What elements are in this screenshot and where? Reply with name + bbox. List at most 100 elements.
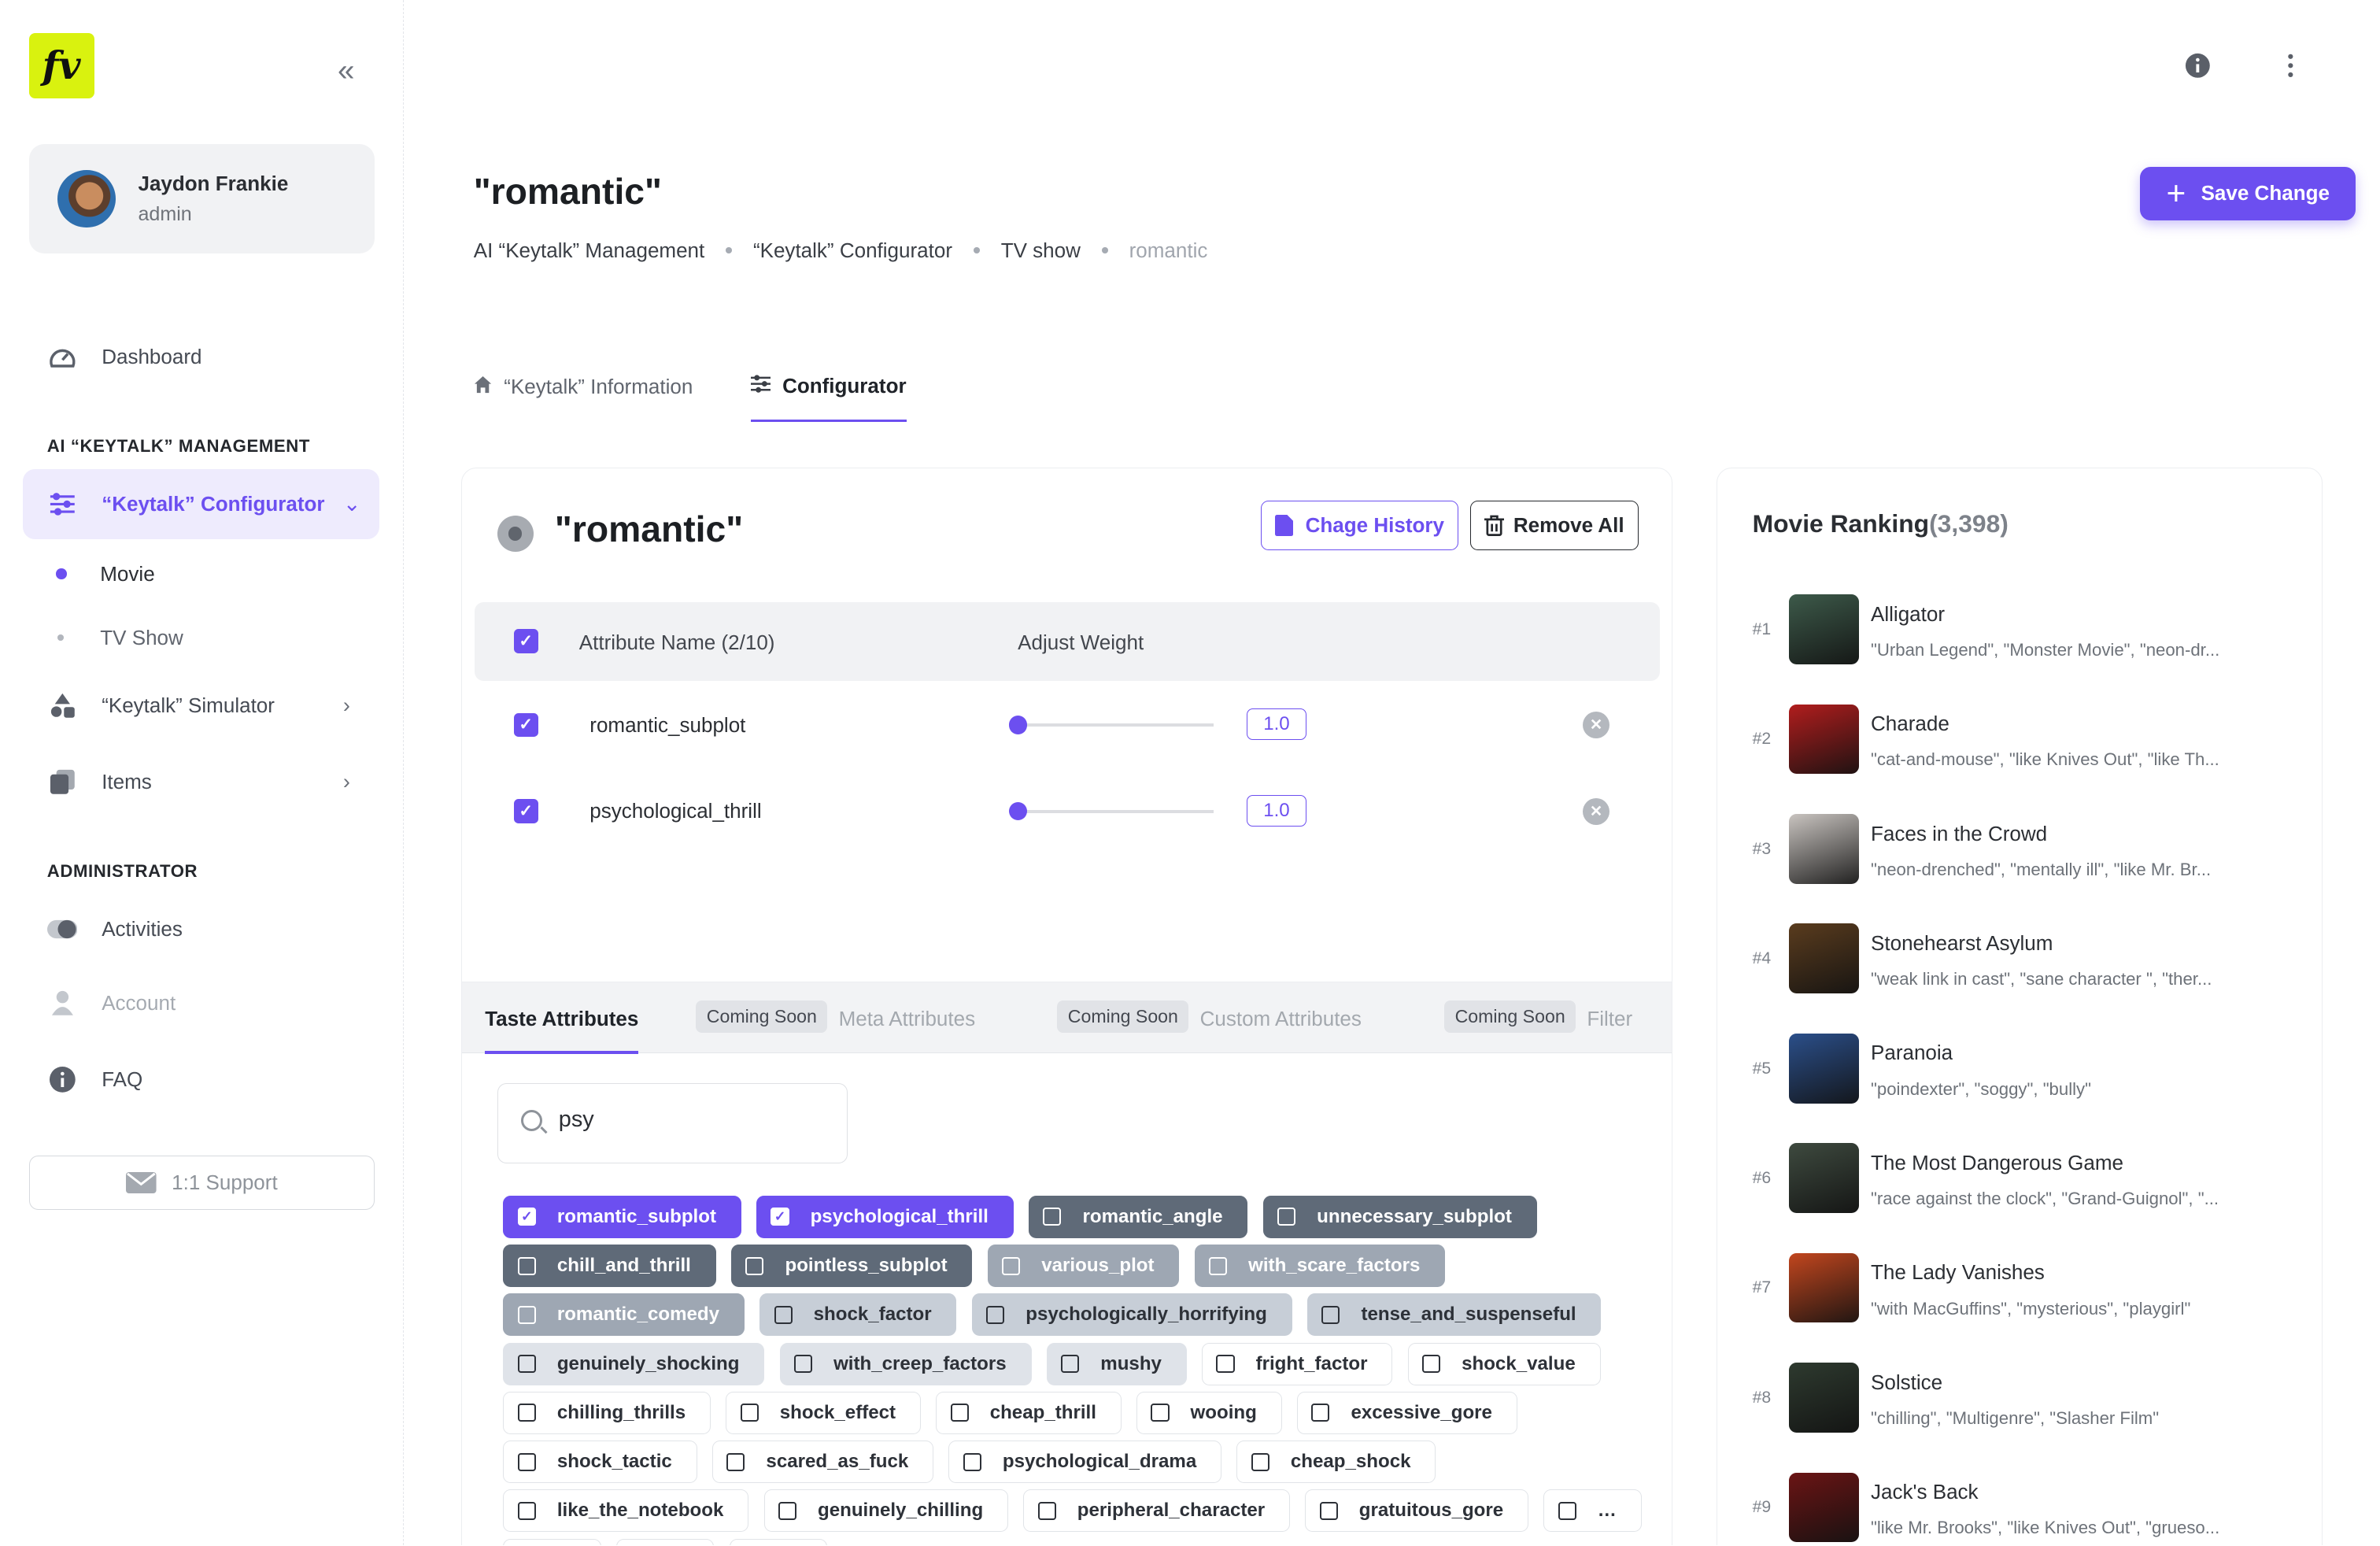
info-icon[interactable] [2184,52,2212,87]
weight-slider[interactable] [1008,716,1214,734]
chip-checkbox[interactable] [1311,1404,1330,1422]
tab-taste-attributes[interactable]: Taste Attributes [485,1007,639,1054]
ranking-item[interactable]: #1 Alligator "Urban Legend", "Monster Movi… [1717,594,2322,670]
chip-checkbox[interactable] [1321,1305,1340,1324]
attribute-chip[interactable]: genuinely_chilling [763,1489,1009,1533]
weight-input[interactable]: 1.0 [1247,794,1306,827]
search-input[interactable] [558,1107,832,1133]
attribute-chip[interactable]: wooing [1136,1391,1282,1434]
attribute-chip[interactable]: shock_value [1407,1342,1601,1385]
chip-checkbox[interactable] [1037,1501,1056,1521]
sidebar-item-configurator[interactable]: “Keytalk” Configurator [46,487,325,520]
attribute-chip[interactable]: psychological_drama [948,1441,1222,1484]
attribute-chip[interactable]: peripheral_character [1023,1489,1291,1533]
attribute-chip[interactable]: genuinely_shocking [503,1342,765,1385]
attribute-chip[interactable]: … [616,1538,715,1546]
attribute-chip[interactable]: with_creep_factors [779,1342,1032,1385]
attribute-chip[interactable]: cheap_shock [1236,1441,1436,1484]
row-checkbox[interactable]: ✓ [513,799,538,824]
tab-custom-attributes[interactable]: Custom Attributes [1200,1007,1362,1031]
attribute-chip[interactable]: shock_effect [726,1391,921,1434]
attribute-chip[interactable]: psychologically_horrifying [971,1293,1292,1337]
tab-meta-attributes[interactable]: Meta Attributes [839,1007,976,1031]
sidebar-subitem-tvshow[interactable]: TV Show [56,626,183,650]
slider-handle[interactable] [1008,716,1027,734]
remove-row-icon[interactable]: ✕ [1582,711,1610,739]
chip-checkbox[interactable] [517,1501,536,1521]
ranking-item[interactable]: #4 Stonehearst Asylum "weak link in cast",… [1717,923,2322,999]
ranking-item[interactable]: #7 The Lady Vanishes "with MacGuffins", "m… [1717,1252,2322,1329]
user-card[interactable]: Jaydon Frankie admin [28,144,375,254]
chip-checkbox[interactable] [1251,1452,1269,1471]
app-logo[interactable]: fv [28,33,94,99]
chip-checkbox[interactable]: ✓ [771,1208,789,1226]
chip-checkbox[interactable] [517,1404,536,1422]
chip-checkbox[interactable] [1208,1256,1228,1275]
chip-checkbox[interactable] [950,1404,969,1422]
attribute-chip[interactable]: gratuitous_gore [1305,1489,1529,1533]
collapse-sidebar-icon[interactable]: « [330,54,363,87]
tab-configurator[interactable]: Configurator [750,371,907,423]
chip-checkbox[interactable] [774,1305,793,1324]
weight-slider[interactable] [1008,802,1214,821]
chip-checkbox[interactable] [986,1305,1005,1324]
attribute-chip[interactable]: various_plot [987,1245,1180,1288]
tab-filter[interactable]: Filter [1587,1007,1632,1031]
attribute-chip[interactable]: shock_tactic [503,1441,697,1484]
chip-checkbox[interactable] [1277,1208,1296,1226]
tab-keytalk-information[interactable]: “Keytalk” Information [474,371,693,404]
attribute-chip[interactable]: mushy [1046,1342,1187,1385]
attribute-chip[interactable]: with_scare_factors [1194,1245,1446,1288]
weight-input[interactable]: 1.0 [1247,708,1306,741]
chip-checkbox[interactable]: ✓ [517,1208,536,1226]
attribute-chip[interactable]: tense_and_suspenseful [1306,1293,1602,1337]
sidebar-item-dashboard[interactable]: Dashboard [46,340,201,373]
attribute-chip[interactable]: shock_factor [759,1293,957,1337]
ranking-item[interactable]: #2 Charade "cat-and-mouse", "like Knives O… [1717,704,2322,780]
chip-checkbox[interactable] [517,1452,536,1471]
sidebar-item-items[interactable]: Items [46,765,152,798]
attribute-chip[interactable]: fright_factor [1202,1342,1393,1385]
chip-checkbox[interactable] [1216,1355,1235,1374]
attribute-chip[interactable]: like_the_notebook [503,1489,749,1533]
attribute-chip[interactable]: … [729,1538,828,1546]
sidebar-subitem-movie[interactable]: Movie [56,562,155,586]
ranking-item[interactable]: #5 Paranoia "poindexter", "soggy", "bully" [1717,1033,2322,1109]
attribute-chip[interactable]: … [1543,1489,1642,1533]
chip-checkbox[interactable] [963,1452,981,1471]
attribute-chip[interactable]: chill_and_thrill [503,1245,716,1288]
attribute-chip[interactable]: scared_as_fuck [711,1441,934,1484]
attribute-chip[interactable]: … [503,1538,601,1546]
attribute-chip[interactable]: unnecessary_subplot [1262,1195,1537,1238]
breadcrumb-item[interactable]: “Keytalk” Configurator [753,239,952,263]
chevron-down-icon[interactable]: ⌄ [343,492,361,516]
chip-checkbox[interactable] [1421,1355,1441,1374]
attribute-chip[interactable]: ✓ romantic_subplot [503,1195,741,1238]
sidebar-item-faq[interactable]: FAQ [46,1063,142,1096]
sidebar-item-account[interactable]: Account [46,987,176,1020]
chip-checkbox[interactable] [1558,1501,1576,1521]
attribute-chip[interactable]: romantic_angle [1028,1195,1248,1238]
remove-all-button[interactable]: Remove All [1469,500,1639,551]
ranking-item[interactable]: #3 Faces in the Crowd "neon-drenched", "me… [1717,813,2322,890]
chip-checkbox[interactable] [1061,1355,1080,1374]
slider-handle[interactable] [1008,802,1027,821]
ranking-item[interactable]: #8 Solstice "chilling", "Multigenre", "Sla… [1717,1363,2322,1438]
select-all-checkbox[interactable]: ✓ [513,629,538,654]
sidebar-item-activities[interactable]: Activities [46,912,183,945]
chip-checkbox[interactable] [1002,1256,1021,1275]
chip-checkbox[interactable] [1151,1404,1170,1422]
chip-checkbox[interactable] [726,1452,745,1471]
breadcrumb-item[interactable]: AI “Keytalk” Management [474,239,705,263]
support-button[interactable]: 1:1 Support [28,1155,375,1211]
ranking-item[interactable]: #9 Jack's Back "like Mr. Brooks", "like Kn… [1717,1472,2322,1546]
save-change-button[interactable]: + Save Change [2140,167,2356,220]
attribute-chip[interactable]: excessive_gore [1296,1391,1517,1434]
attribute-chip[interactable]: chilling_thrills [503,1391,711,1434]
chip-checkbox[interactable] [793,1355,813,1374]
attribute-chip[interactable]: romantic_comedy [503,1293,745,1337]
ranking-item[interactable]: #6 The Most Dangerous Game "race against t… [1717,1143,2322,1219]
chip-checkbox[interactable] [1043,1208,1062,1226]
chip-checkbox[interactable] [740,1404,759,1422]
more-vertical-icon[interactable] [2277,52,2304,87]
